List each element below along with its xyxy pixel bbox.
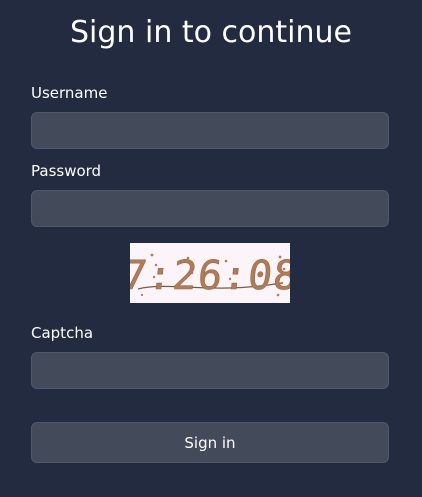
password-input[interactable] — [31, 190, 389, 227]
sign-in-button[interactable]: Sign in — [31, 422, 389, 463]
page-title: Sign in to continue — [70, 15, 352, 50]
captcha-image: 7:26:08 — [130, 243, 290, 303]
username-label: Username — [31, 84, 108, 102]
password-label: Password — [31, 162, 102, 180]
captcha-text: 7:26:08 — [130, 253, 290, 299]
captcha-input[interactable] — [31, 352, 389, 389]
captcha-label: Captcha — [31, 324, 94, 342]
captcha-graphic: 7:26:08 — [130, 253, 290, 299]
username-input[interactable] — [31, 112, 389, 149]
